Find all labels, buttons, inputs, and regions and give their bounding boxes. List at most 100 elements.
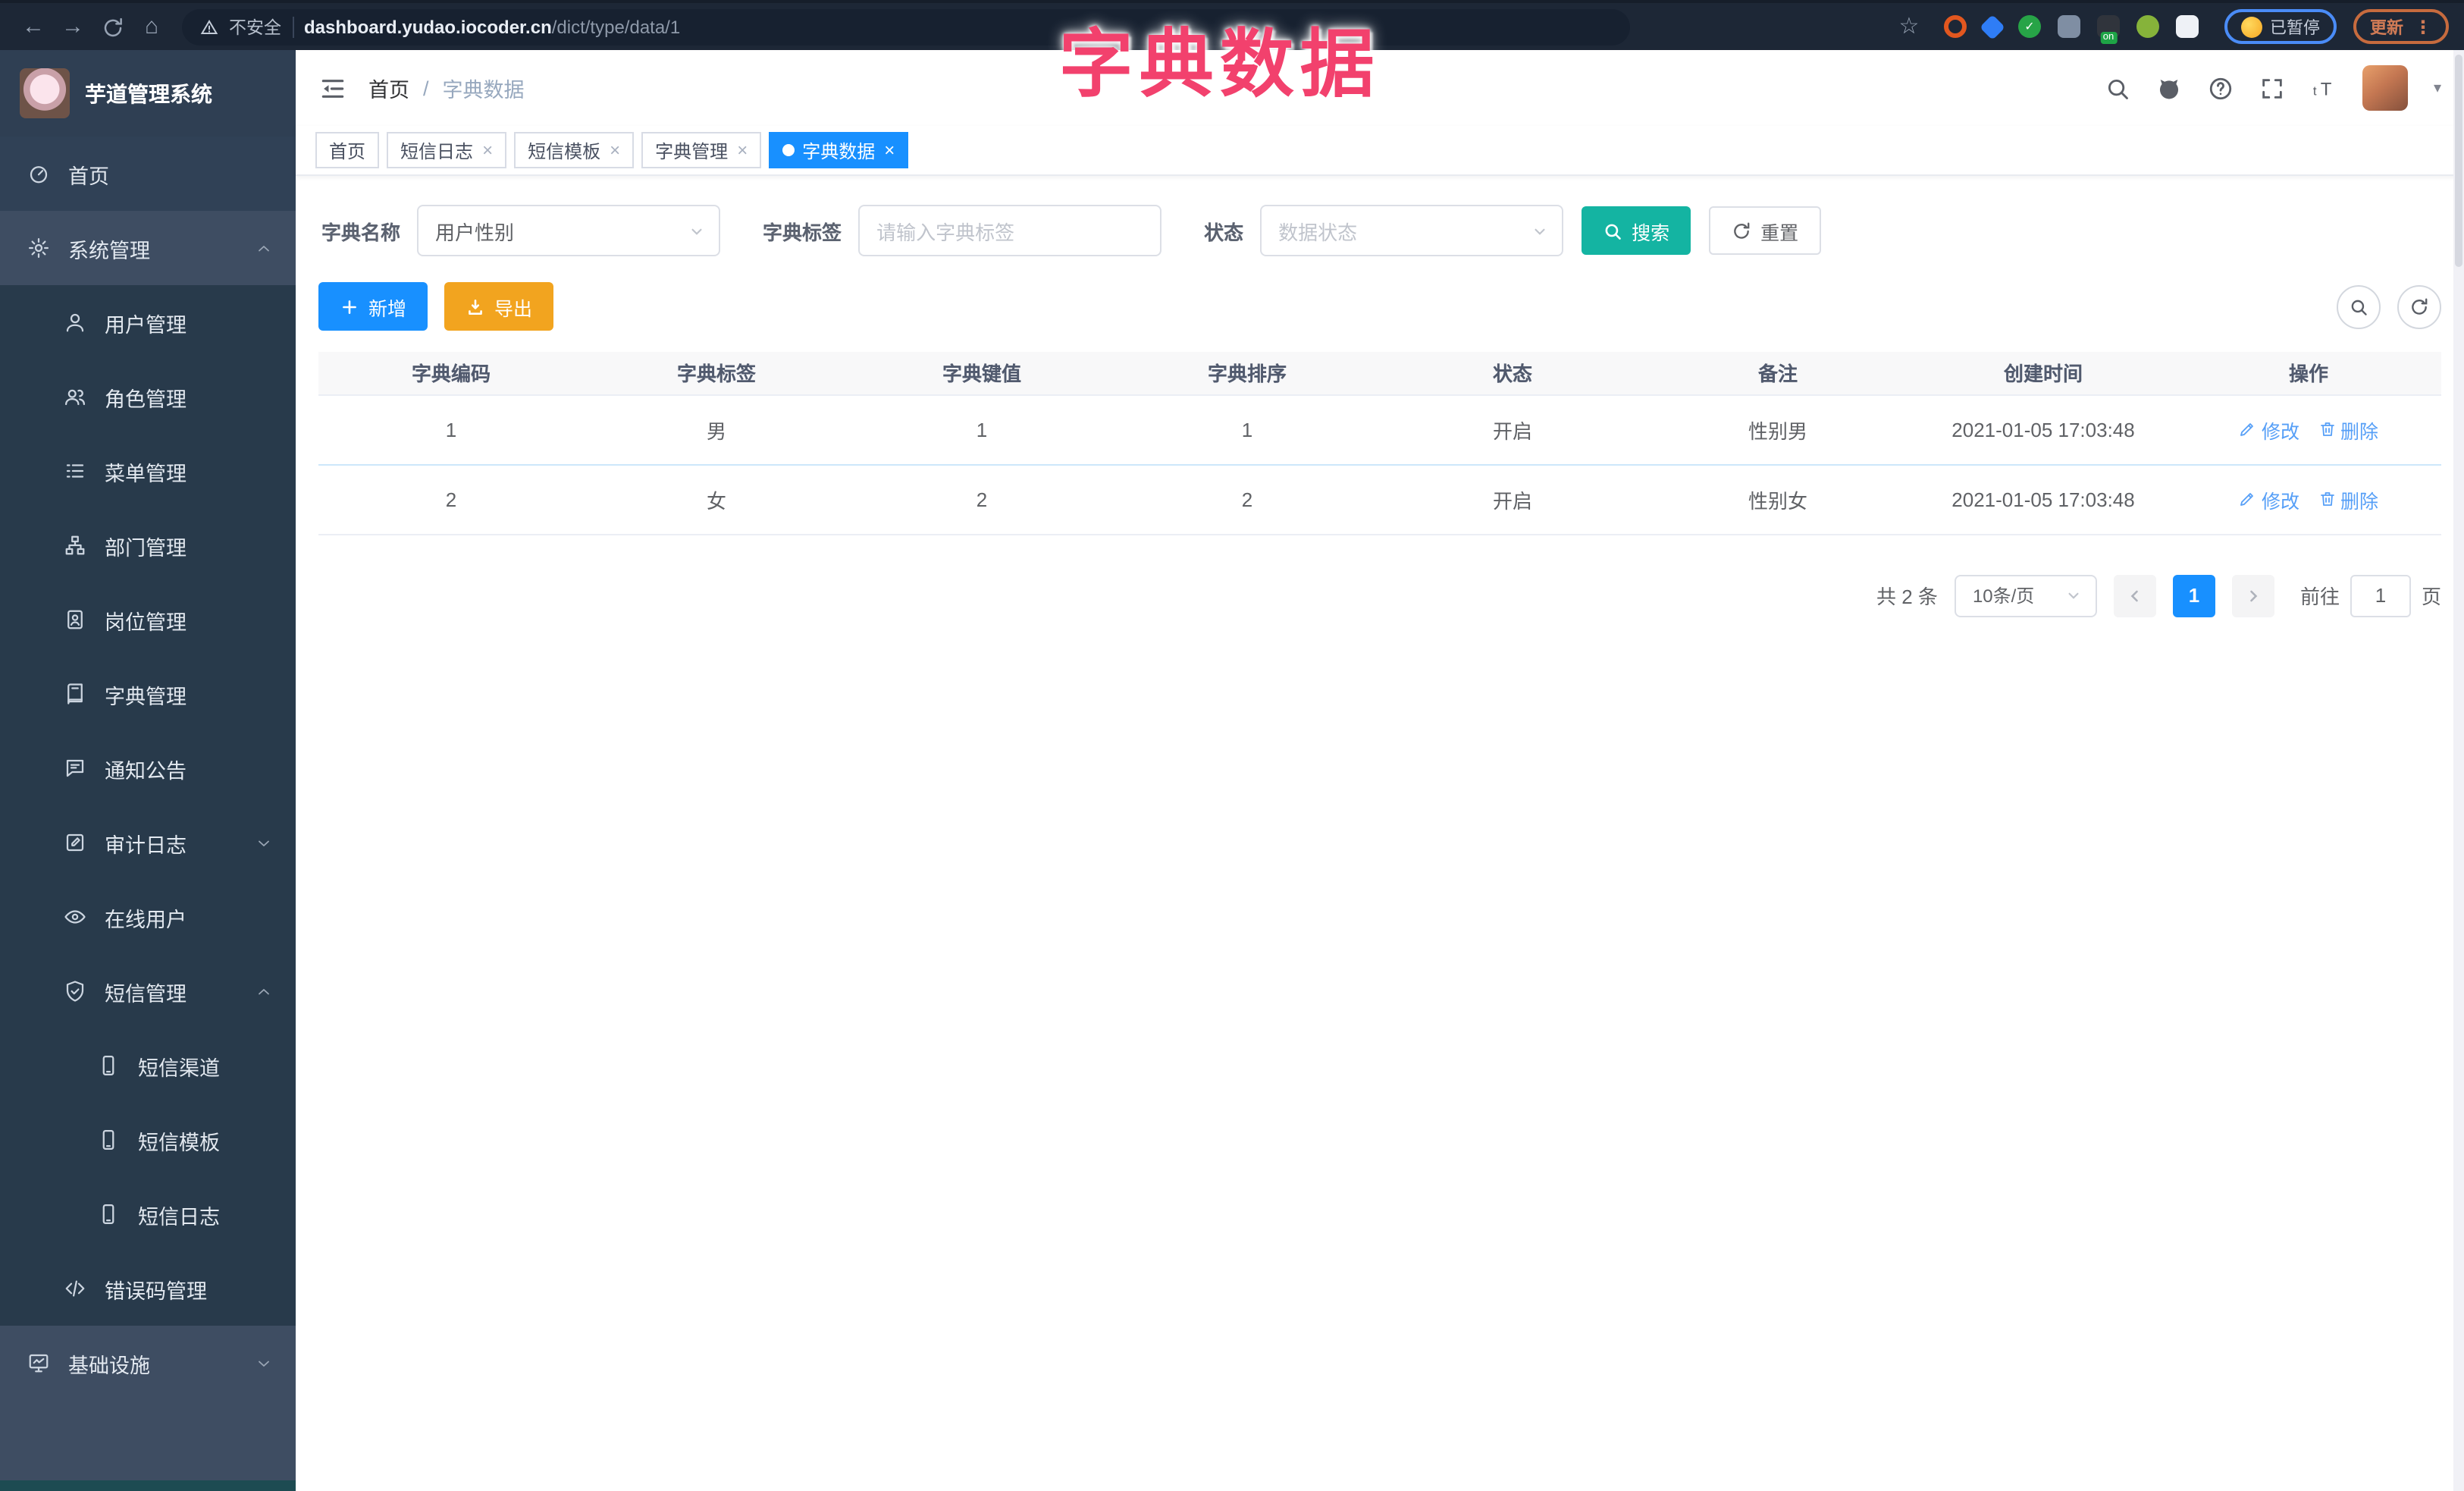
address-bar[interactable]: 不安全 dashboard.yudao.iocoder.cn/dict/type… bbox=[182, 8, 1630, 45]
chevron-right-icon bbox=[2250, 589, 2258, 601]
tab-dict-data[interactable]: 字典数据 × bbox=[769, 132, 909, 168]
sidebar-item-audit-log[interactable]: 审计日志 bbox=[0, 805, 296, 880]
sidebar-item-infra[interactable]: 基础设施 bbox=[0, 1326, 296, 1400]
back-icon[interactable]: ← bbox=[15, 5, 52, 49]
sidebar-item-label: 短信渠道 bbox=[138, 1056, 220, 1079]
delete-row-button[interactable]: 删除 bbox=[2318, 415, 2378, 444]
prev-page-button[interactable] bbox=[2113, 574, 2156, 617]
tab-close-icon[interactable]: × bbox=[482, 140, 493, 161]
page-size-select[interactable]: 10条/页 bbox=[1954, 574, 2097, 617]
sidebar-item-label: 菜单管理 bbox=[105, 462, 187, 485]
sidebar-item-label: 角色管理 bbox=[105, 388, 187, 410]
trash-icon bbox=[2320, 492, 2334, 506]
delete-row-button[interactable]: 删除 bbox=[2318, 485, 2378, 513]
page-scrollbar[interactable] bbox=[2453, 50, 2464, 1491]
sidebar-item-error-code[interactable]: 错误码管理 bbox=[0, 1251, 296, 1326]
extension-on-badge-icon[interactable]: on bbox=[2097, 15, 2120, 44]
browser-update-button[interactable]: 更新 ⋮ bbox=[2353, 9, 2449, 44]
hamburger-icon[interactable] bbox=[318, 74, 347, 102]
current-page-button[interactable]: 1 bbox=[2172, 574, 2215, 617]
toggle-search-button[interactable] bbox=[2337, 284, 2381, 328]
extension-green-leaf-icon[interactable] bbox=[2136, 15, 2159, 38]
profile-paused-pill[interactable]: 已暂停 bbox=[2224, 9, 2337, 44]
sidebar-item-sms-channel[interactable]: 短信渠道 bbox=[0, 1028, 296, 1103]
update-button-label: 更新 bbox=[2370, 19, 2403, 37]
sidebar-item-dept[interactable]: 部门管理 bbox=[0, 508, 296, 582]
sidebar-item-home[interactable]: 首页 bbox=[0, 137, 296, 211]
tab-close-icon[interactable]: × bbox=[737, 140, 748, 161]
tab-dict-management[interactable]: 字典管理 × bbox=[641, 132, 762, 168]
font-size-icon[interactable]: tT bbox=[2311, 75, 2337, 101]
reset-button[interactable]: 重置 bbox=[1709, 206, 1822, 255]
search-button[interactable]: 搜索 bbox=[1582, 206, 1691, 255]
browser-right-cluster: ☆ ✓ on 已暂停 更新 ⋮ bbox=[1891, 5, 2449, 49]
user-avatar[interactable] bbox=[2362, 65, 2408, 111]
magnifier-icon bbox=[1605, 223, 1621, 239]
tab-home[interactable]: 首页 bbox=[315, 132, 380, 168]
table-header-cell: 创建时间 bbox=[1911, 352, 2176, 395]
home-icon[interactable]: ⌂ bbox=[133, 5, 170, 49]
tab-label: 首页 bbox=[329, 140, 366, 162]
breadcrumb-home[interactable]: 首页 bbox=[368, 73, 409, 103]
export-button[interactable]: 导出 bbox=[444, 282, 554, 331]
avatar-caret-icon[interactable]: ▾ bbox=[2434, 80, 2441, 96]
extension-orange-ring-icon[interactable] bbox=[1944, 15, 1967, 38]
tab-sms-template[interactable]: 短信模板 × bbox=[514, 132, 635, 168]
extension-blue-gem-icon[interactable] bbox=[1980, 14, 2005, 39]
reload-icon[interactable] bbox=[94, 5, 130, 49]
bookmark-star-icon[interactable]: ☆ bbox=[1891, 5, 1927, 49]
sidebar-item-system[interactable]: 系统管理 bbox=[0, 211, 296, 285]
fullscreen-icon[interactable] bbox=[2259, 75, 2285, 101]
edit-row-button[interactable]: 修改 bbox=[2239, 415, 2299, 444]
sidebar-item-dict[interactable]: 字典管理 bbox=[0, 657, 296, 731]
extension-puzzle-icon[interactable] bbox=[2176, 15, 2199, 38]
sidebar-item-role[interactable]: 角色管理 bbox=[0, 359, 296, 434]
edit-row-button[interactable]: 修改 bbox=[2239, 485, 2299, 513]
add-button[interactable]: 新增 bbox=[318, 282, 428, 331]
status-select[interactable]: 数据状态 bbox=[1260, 205, 1564, 256]
dict-data-table: 字典编码 字典标签 字典键值 字典排序 状态 备注 创建时间 操作 1 男 1 1 开启 性别男 2021… bbox=[318, 352, 2441, 535]
security-warning-label: 不安全 bbox=[229, 19, 281, 37]
table-header-cell: 字典编码 bbox=[318, 352, 584, 395]
tab-sms-log[interactable]: 短信日志 × bbox=[387, 132, 507, 168]
sidebar-item-post[interactable]: 岗位管理 bbox=[0, 582, 296, 657]
sidebar-item-sms[interactable]: 短信管理 bbox=[0, 954, 296, 1028]
table-cell: 开启 bbox=[1380, 464, 1645, 535]
breadcrumb-current: 字典数据 bbox=[442, 79, 525, 102]
dict-label-input[interactable]: 请输入字典标签 bbox=[858, 205, 1162, 256]
next-page-button[interactable] bbox=[2231, 574, 2274, 617]
sidebar-item-online-user[interactable]: 在线用户 bbox=[0, 880, 296, 954]
sidebar-item-notice[interactable]: 通知公告 bbox=[0, 731, 296, 805]
tab-close-icon[interactable]: × bbox=[884, 140, 895, 161]
paused-badge-label: 已暂停 bbox=[2270, 19, 2320, 37]
app-logo[interactable]: 芋道管理系统 bbox=[0, 50, 296, 137]
sidebar-item-sms-template[interactable]: 短信模板 bbox=[0, 1103, 296, 1177]
browser-menu-icon[interactable]: ⋮ bbox=[2414, 16, 2432, 37]
tab-close-icon[interactable]: × bbox=[610, 140, 620, 161]
app-title: 芋道管理系统 bbox=[85, 81, 212, 105]
refresh-table-button[interactable] bbox=[2397, 284, 2441, 328]
sidebar-item-menu[interactable]: 菜单管理 bbox=[0, 434, 296, 508]
table-cell: 开启 bbox=[1380, 394, 1645, 465]
extension-slider-icon[interactable] bbox=[2058, 15, 2080, 38]
overlay-title: 字典数据 bbox=[1058, 24, 1381, 106]
goto-page-input[interactable]: 1 bbox=[2350, 574, 2411, 617]
search-icon[interactable] bbox=[2105, 75, 2130, 101]
forward-icon[interactable]: → bbox=[55, 5, 91, 49]
tab-label: 短信日志 bbox=[400, 140, 474, 162]
table-cell: 性别男 bbox=[1645, 394, 1911, 465]
scrollbar-thumb[interactable] bbox=[2455, 55, 2462, 267]
sidebar-item-sms-log[interactable]: 短信日志 bbox=[0, 1177, 296, 1251]
help-icon[interactable] bbox=[2208, 75, 2234, 101]
dict-name-value: 用户性别 bbox=[435, 221, 515, 243]
code-icon bbox=[65, 1280, 85, 1297]
github-icon[interactable] bbox=[2156, 75, 2182, 101]
dict-name-select[interactable]: 用户性别 bbox=[417, 205, 721, 256]
caret-down-icon bbox=[259, 1360, 269, 1366]
table-cell: 男 bbox=[584, 394, 849, 465]
phone-icon bbox=[102, 1204, 114, 1224]
extension-green-check-icon[interactable]: ✓ bbox=[2018, 15, 2041, 38]
table-cell: 1 bbox=[1114, 394, 1380, 465]
sidebar-item-label: 岗位管理 bbox=[105, 611, 187, 633]
sidebar-item-user[interactable]: 用户管理 bbox=[0, 285, 296, 359]
